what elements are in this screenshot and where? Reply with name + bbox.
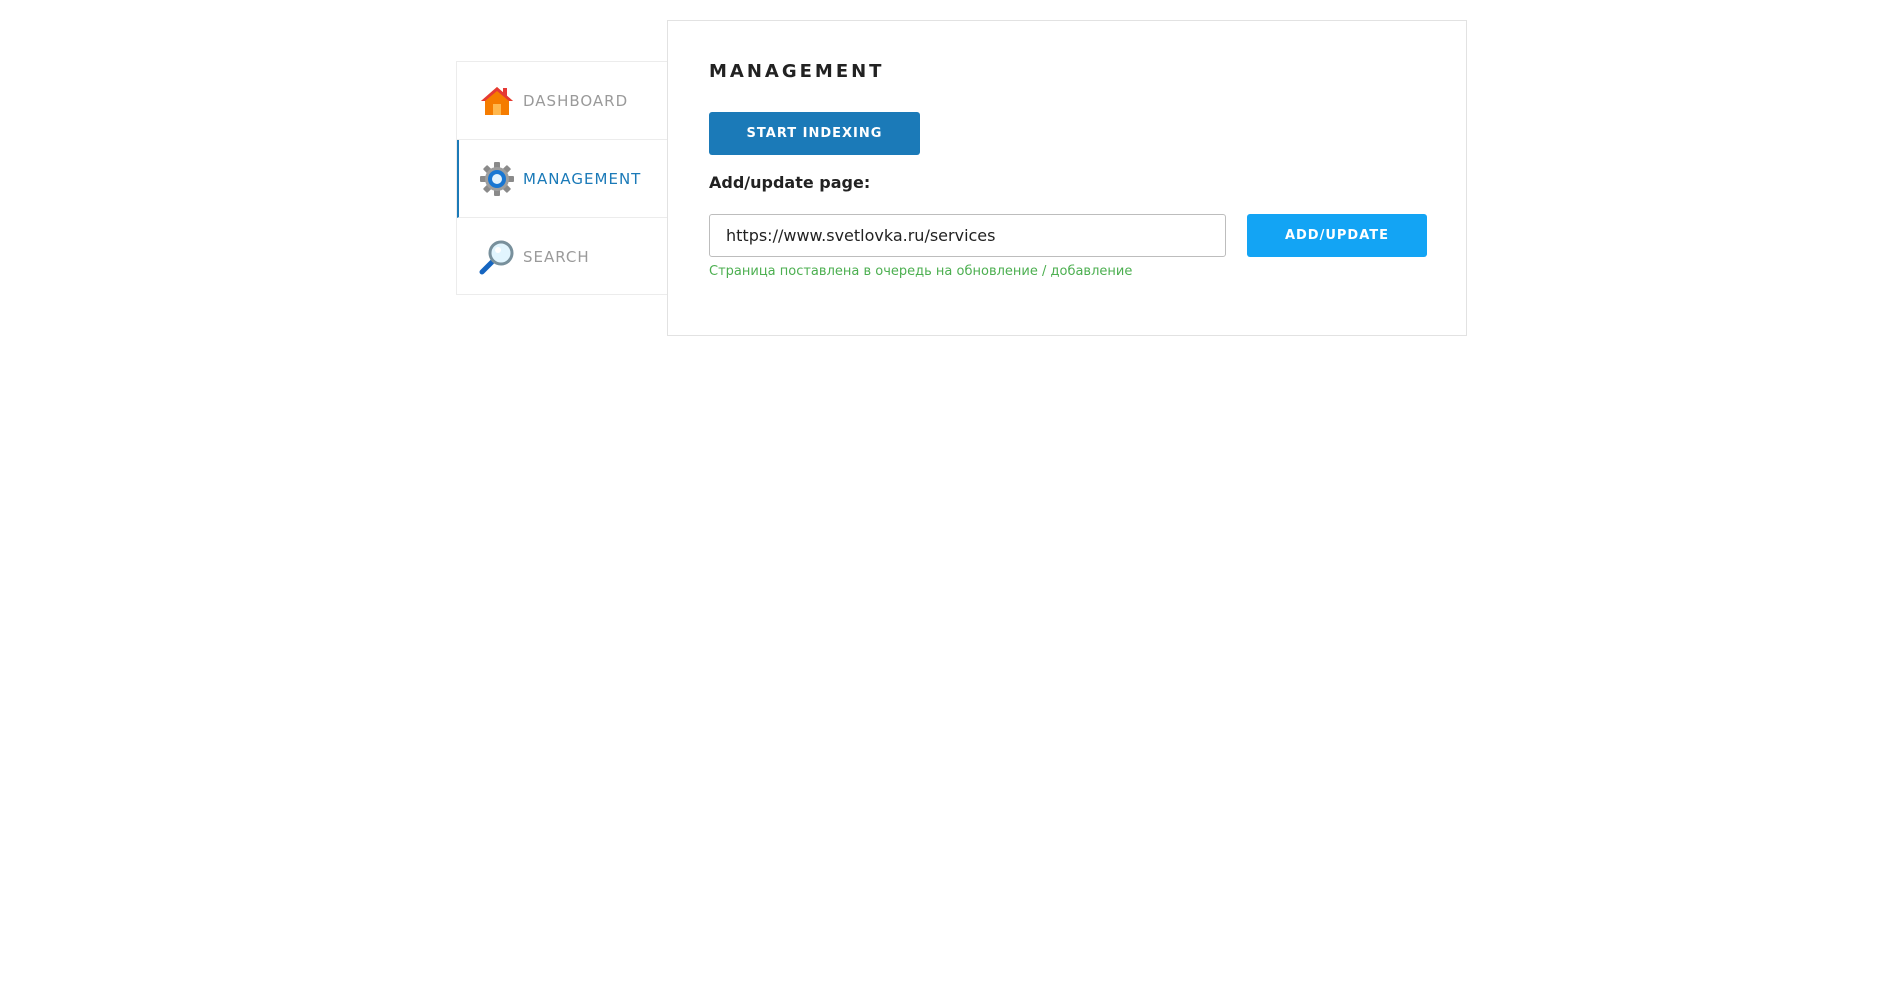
status-message: Страница поставлена в очередь на обновле… xyxy=(709,264,1133,279)
page-url-input[interactable] xyxy=(709,214,1226,257)
start-indexing-button[interactable]: START INDEXING xyxy=(709,112,920,155)
sidebar-item-label: SEARCH xyxy=(523,248,590,266)
sidebar-nav: DASHBOARD MANAGEMENT SEARCH xyxy=(456,61,667,295)
add-update-label: Add/update page: xyxy=(709,173,871,192)
page-title: MANAGEMENT xyxy=(709,61,885,82)
gear-icon xyxy=(477,159,517,199)
sidebar-item-search[interactable]: SEARCH xyxy=(457,218,667,296)
management-panel: MANAGEMENT START INDEXING Add/update pag… xyxy=(667,20,1467,336)
sidebar-item-management[interactable]: MANAGEMENT xyxy=(457,140,667,218)
add-update-button[interactable]: ADD/UPDATE xyxy=(1247,214,1427,257)
magnifier-icon xyxy=(477,237,517,277)
sidebar-item-label: DASHBOARD xyxy=(523,91,629,110)
sidebar-item-label: MANAGEMENT xyxy=(523,169,642,188)
sidebar-item-dashboard[interactable]: DASHBOARD xyxy=(457,62,667,140)
home-icon xyxy=(477,81,517,121)
